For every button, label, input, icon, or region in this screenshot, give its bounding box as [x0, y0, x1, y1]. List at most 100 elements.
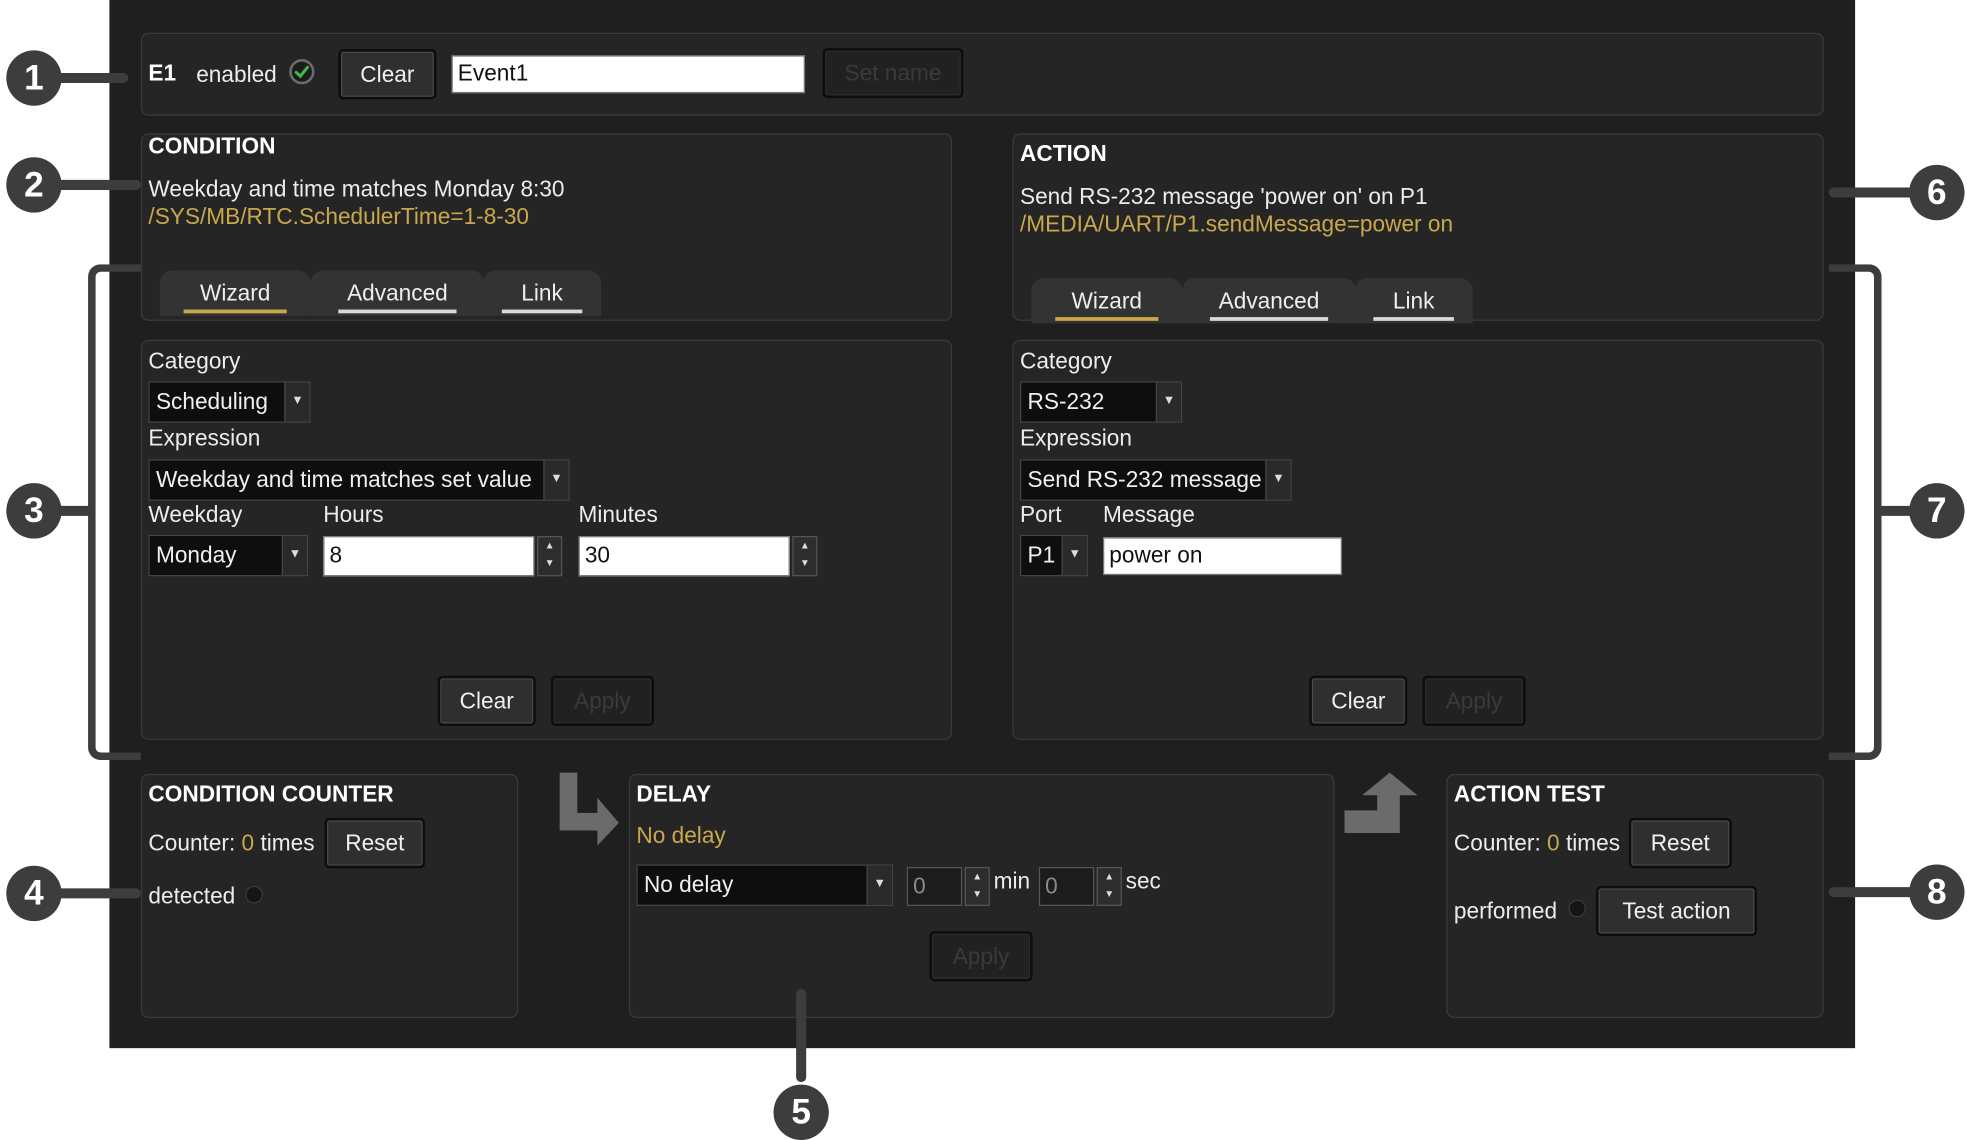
tab-underline: [338, 309, 457, 314]
weekday-label: Weekday: [148, 502, 243, 528]
callout-5-leader: [796, 989, 807, 1083]
event-name-input[interactable]: Event1: [451, 55, 805, 94]
hours-stepper[interactable]: 8 ▲ ▼: [323, 536, 563, 577]
port-select[interactable]: P1 ▼: [1019, 534, 1088, 577]
tab-condition-wizard[interactable]: Wizard: [159, 270, 311, 316]
minutes-input[interactable]: 30: [578, 536, 790, 577]
minutes-label: Minutes: [578, 502, 658, 528]
detected-label: detected: [148, 883, 236, 909]
action-title: ACTION: [1019, 140, 1107, 167]
delay-apply-button[interactable]: Apply: [929, 931, 1033, 982]
arrow-down-right-icon: [559, 772, 619, 846]
chevron-down-icon: ▼: [1265, 460, 1291, 500]
counter-prefix: Counter:: [1453, 830, 1541, 856]
hours-input[interactable]: 8: [323, 536, 535, 577]
delay-title: DELAY: [636, 781, 712, 807]
callout-8: 8: [1909, 864, 1965, 920]
callout-5: 5: [773, 1084, 829, 1140]
tab-action-wizard[interactable]: Wizard: [1031, 278, 1183, 324]
chevron-down-icon: ▼: [866, 865, 892, 905]
action-test-title: ACTION TEST: [1453, 781, 1605, 807]
figure-canvas: E1 enabled Clear Event1 Set name CONDITI…: [0, 0, 1967, 1140]
callout-2-leader: [50, 179, 141, 191]
delay-sec-stepper[interactable]: 0 ▲ ▼: [1038, 866, 1122, 906]
callout-6: 6: [1909, 164, 1965, 221]
chevron-down-icon: ▼: [281, 536, 307, 576]
tab-underline: [1210, 317, 1329, 321]
stepper-arrows-icon[interactable]: ▲ ▼: [537, 536, 563, 577]
select-value: No delay: [643, 872, 734, 898]
delay-select[interactable]: No delay ▼: [636, 864, 893, 906]
action-expression-label: Expression: [1019, 425, 1132, 451]
chevron-down-icon: ▼: [1155, 382, 1181, 422]
callout-8-leader: [1828, 887, 1920, 898]
callout-7-bracket: [1828, 264, 1882, 761]
stepper-arrows-icon[interactable]: ▲ ▼: [1096, 866, 1122, 906]
delay-min-input[interactable]: 0: [906, 866, 963, 906]
callout-6-leader: [1828, 187, 1920, 198]
counter-prefix: Counter:: [148, 830, 236, 856]
condition-path: /SYS/MB/RTC.SchedulerTime=1-8-30: [148, 203, 530, 230]
condition-title: CONDITION: [148, 133, 276, 159]
hours-label: Hours: [323, 502, 384, 528]
message-label: Message: [1103, 502, 1195, 528]
stepper-arrows-icon[interactable]: ▲ ▼: [964, 866, 990, 906]
action-category-select[interactable]: RS-232 ▼: [1019, 381, 1183, 423]
callout-3-bracket: [88, 264, 141, 761]
event-clear-button[interactable]: Clear: [338, 49, 437, 100]
weekday-select[interactable]: Monday ▼: [148, 534, 309, 577]
condition-expression-label: Expression: [148, 425, 261, 451]
callout-2: 2: [6, 157, 62, 213]
event-id-label: E1: [148, 60, 177, 86]
tab-condition-link[interactable]: Link: [482, 270, 602, 316]
condition-description: Weekday and time matches Monday 8:30: [148, 176, 565, 202]
condition-reset-button[interactable]: Reset: [324, 817, 426, 869]
select-value: P1: [1027, 542, 1056, 568]
counter-value: 0: [241, 830, 255, 856]
callout-3: 3: [6, 483, 62, 539]
tab-label: Link: [1392, 287, 1435, 313]
figure: E1 enabled Clear Event1 Set name CONDITI…: [0, 0, 1967, 1140]
condition-clear-button[interactable]: Clear: [437, 675, 536, 727]
counter-suffix: times: [260, 830, 315, 856]
delay-sec-label: sec: [1125, 868, 1161, 894]
performed-label: performed: [1453, 898, 1558, 924]
arrow-up-right-icon: [1344, 772, 1418, 833]
chevron-down-icon: ▼: [284, 382, 310, 422]
tab-action-link[interactable]: Link: [1354, 278, 1473, 324]
counter-suffix: times: [1565, 830, 1621, 856]
tab-action-advanced[interactable]: Advanced: [1182, 278, 1356, 324]
delay-sec-input[interactable]: 0: [1038, 866, 1095, 906]
delay-min-label: min: [993, 868, 1031, 894]
performed-indicator-icon: [1568, 899, 1586, 918]
tab-underline: [501, 309, 583, 314]
minutes-stepper[interactable]: 30 ▲ ▼: [578, 536, 818, 577]
action-path: /MEDIA/UART/P1.sendMessage=power on: [1019, 211, 1454, 237]
condition-category-select[interactable]: Scheduling ▼: [148, 381, 311, 423]
action-counter-text: Counter: 0 times: [1454, 829, 1620, 857]
callout-1: 1: [6, 50, 62, 106]
callout-1-leader: [50, 72, 129, 84]
tab-label: Link: [521, 279, 563, 306]
callout-4-leader: [50, 888, 141, 899]
detected-indicator-icon: [245, 885, 263, 904]
action-reset-button[interactable]: Reset: [1628, 817, 1732, 869]
select-value: Scheduling: [155, 388, 268, 414]
tab-condition-advanced[interactable]: Advanced: [310, 270, 485, 316]
test-action-button[interactable]: Test action: [1596, 885, 1758, 937]
action-description: Send RS-232 message 'power on' on P1: [1019, 183, 1428, 209]
stepper-arrows-icon[interactable]: ▲ ▼: [792, 536, 818, 577]
action-expression-select[interactable]: Send RS-232 message ▼: [1019, 459, 1292, 501]
message-input[interactable]: power on: [1103, 537, 1342, 576]
condition-apply-button[interactable]: Apply: [550, 675, 655, 727]
action-category-label: Category: [1019, 348, 1112, 374]
check-icon: [289, 59, 315, 85]
set-name-button[interactable]: Set name: [822, 47, 964, 99]
condition-expression-select[interactable]: Weekday and time matches set value ▼: [148, 459, 570, 501]
enabled-label: enabled: [196, 61, 277, 87]
action-clear-button[interactable]: Clear: [1309, 675, 1408, 727]
chevron-down-icon: ▼: [1061, 536, 1087, 576]
delay-min-stepper[interactable]: 0 ▲ ▼: [906, 866, 990, 906]
tab-label: Advanced: [1218, 287, 1320, 313]
action-apply-button[interactable]: Apply: [1422, 675, 1526, 727]
